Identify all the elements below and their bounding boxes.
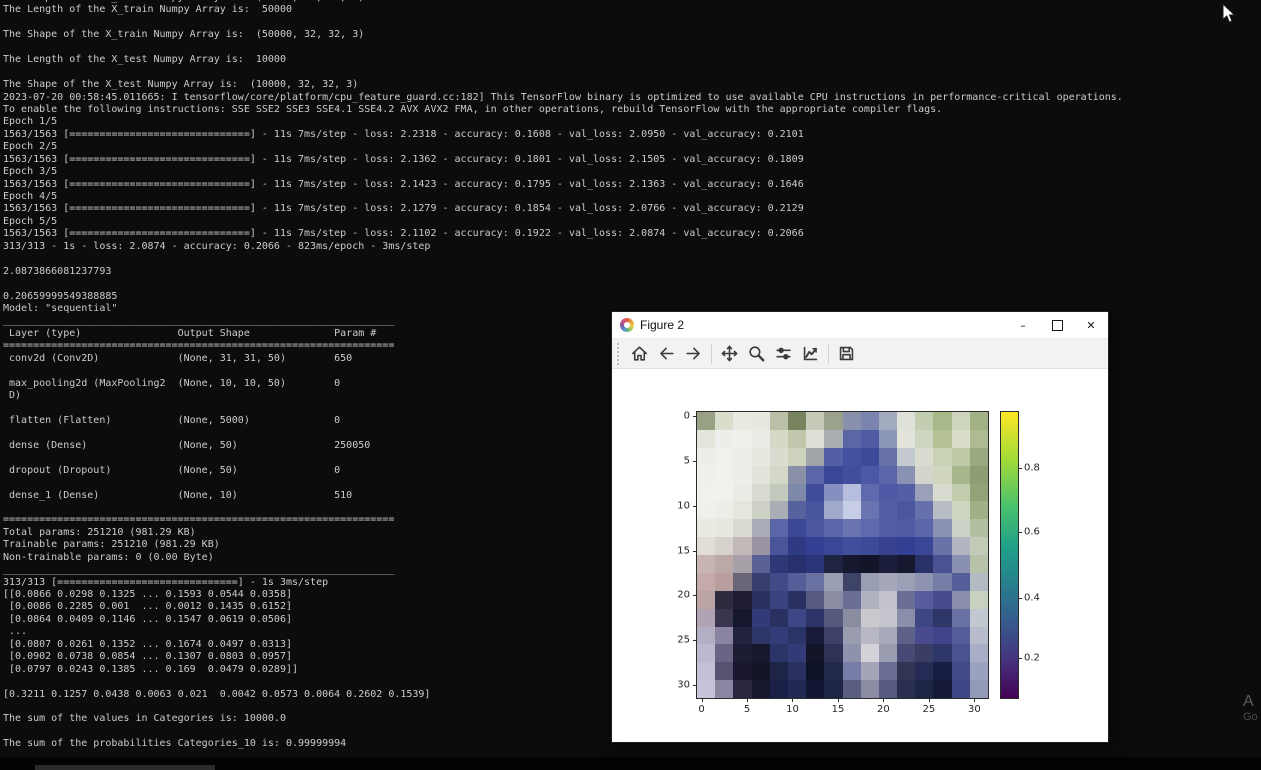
figure-window: Figure 2 – ✕	[612, 312, 1108, 742]
x-tick	[838, 698, 839, 702]
zoom-button[interactable]	[743, 341, 770, 367]
y-tick-label: 25	[677, 634, 690, 645]
x-tick-label: 20	[877, 704, 890, 715]
configure-subplots-icon	[774, 344, 793, 363]
window-controls: – ✕	[1006, 312, 1108, 338]
terminal-line: 2.0873866081237793	[3, 266, 1261, 278]
colorbar-tick	[1018, 598, 1022, 599]
y-tick-label: 10	[677, 500, 690, 511]
colorbar-tick-label: 0.8	[1024, 462, 1040, 473]
y-tick	[693, 551, 697, 552]
x-tick-label: 0	[698, 704, 704, 715]
terminal-line: To enable the following instructions: SS…	[3, 104, 1261, 116]
pan-button[interactable]	[716, 341, 743, 367]
toolbar-drag-handle[interactable]	[617, 343, 622, 365]
maximize-button[interactable]	[1040, 312, 1074, 338]
terminal-line: Epoch 5/5	[3, 216, 1261, 228]
back-button[interactable]	[653, 341, 680, 367]
terminal-line: The Shape of the X_test Numpy Array is: …	[3, 79, 1261, 91]
terminal-line: 2023-07-20 00:58:45.011665: I tensorflow…	[3, 92, 1261, 104]
x-tick	[792, 698, 793, 702]
colorbar-tick	[1018, 468, 1022, 469]
y-tick	[693, 595, 697, 596]
x-tick-label: 30	[968, 704, 981, 715]
terminal-line	[3, 67, 1261, 79]
colorbar-tick-label: 0.4	[1024, 592, 1040, 603]
colorbar: 0.80.60.40.2	[1000, 411, 1019, 699]
x-tick	[747, 698, 748, 702]
y-tick-label: 5	[684, 456, 690, 467]
pan-icon	[720, 344, 739, 363]
y-tick	[693, 640, 697, 641]
terminal-line	[3, 17, 1261, 29]
back-icon	[657, 344, 676, 363]
matplotlib-icon	[620, 318, 634, 332]
terminal-line: Epoch 1/5	[3, 116, 1261, 128]
terminal-line: Epoch 4/5	[3, 191, 1261, 203]
forward-icon	[684, 344, 703, 363]
y-tick-label: 30	[677, 679, 690, 690]
terminal-line: The Length of the X_test Numpy Array is:…	[3, 54, 1261, 66]
y-tick	[693, 461, 697, 462]
minimize-button[interactable]: –	[1006, 312, 1040, 338]
toolbar-separator	[828, 344, 829, 364]
y-tick	[693, 416, 697, 417]
x-tick-label: 10	[786, 704, 799, 715]
x-tick	[974, 698, 975, 702]
terminal-line	[3, 253, 1261, 265]
terminal-line	[3, 278, 1261, 290]
save-button[interactable]	[833, 341, 860, 367]
y-tick	[693, 685, 697, 686]
screenshot-root: The Shape of the X_train Numpy Array is:…	[0, 0, 1261, 770]
x-tick-label: 25	[923, 704, 936, 715]
figure-window-titlebar[interactable]: Figure 2 – ✕	[612, 312, 1108, 339]
window-title: Figure 2	[640, 318, 684, 332]
watermark-line1: A	[1243, 693, 1258, 711]
configure-subplots-button[interactable]	[770, 341, 797, 367]
zoom-icon	[747, 344, 766, 363]
mouse-cursor	[1222, 3, 1236, 24]
x-tick	[883, 698, 884, 702]
terminal-line: Epoch 3/5	[3, 166, 1261, 178]
terminal-line	[3, 42, 1261, 54]
y-tick-label: 0	[684, 411, 690, 422]
terminal-line: 1563/1563 [=============================…	[3, 228, 1261, 240]
terminal-line: 1563/1563 [=============================…	[3, 179, 1261, 191]
edit-parameters-icon	[801, 344, 820, 363]
figure-canvas: 051015202530051015202530 0.80.60.40.2	[612, 369, 1108, 742]
edit-parameters-button[interactable]	[797, 341, 824, 367]
cifar-image	[697, 412, 988, 698]
y-tick-label: 15	[677, 545, 690, 556]
bottom-accent-strip	[35, 765, 215, 770]
activate-windows-watermark: A Go	[1243, 693, 1258, 723]
terminal-line: 1563/1563 [=============================…	[3, 129, 1261, 141]
terminal-line: 1563/1563 [=============================…	[3, 203, 1261, 215]
save-icon	[837, 344, 856, 363]
home-icon	[630, 344, 649, 363]
terminal-line: 0.20659999549388885	[3, 291, 1261, 303]
colorbar-tick-label: 0.6	[1024, 527, 1040, 538]
terminal-line: 1563/1563 [=============================…	[3, 154, 1261, 166]
maximize-icon	[1052, 320, 1063, 331]
colorbar-tick	[1018, 532, 1022, 533]
forward-button[interactable]	[680, 341, 707, 367]
terminal-line: The Shape of the X_train Numpy Array is:…	[3, 29, 1261, 41]
terminal-line: Epoch 2/5	[3, 141, 1261, 153]
matplotlib-toolbar	[612, 339, 1108, 369]
terminal-line: 313/313 - 1s - loss: 2.0874 - accuracy: …	[3, 241, 1261, 253]
toolbar-separator	[711, 344, 712, 364]
image-axes: 051015202530051015202530	[696, 411, 989, 699]
x-tick-label: 5	[744, 704, 750, 715]
x-tick-label: 15	[832, 704, 845, 715]
close-button[interactable]: ✕	[1074, 312, 1108, 338]
x-tick	[929, 698, 930, 702]
terminal-line: The Length of the X_train Numpy Array is…	[3, 4, 1261, 16]
y-tick-label: 20	[677, 590, 690, 601]
watermark-line2: Go	[1243, 711, 1258, 723]
y-tick	[693, 506, 697, 507]
home-button[interactable]	[626, 341, 653, 367]
colorbar-tick	[1018, 658, 1022, 659]
x-tick	[702, 698, 703, 702]
colorbar-tick-label: 0.2	[1024, 652, 1040, 663]
